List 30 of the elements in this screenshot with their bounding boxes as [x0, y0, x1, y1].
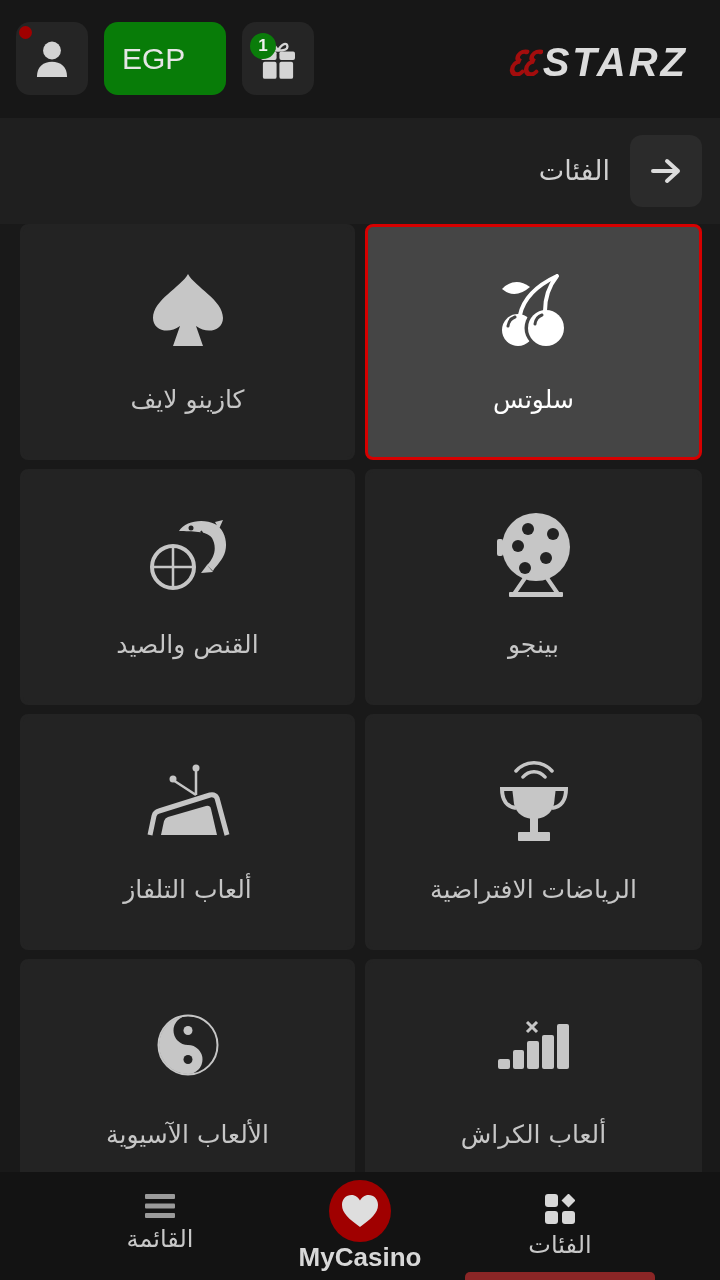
nav-tab[interactable]: MyCasino — [265, 1172, 455, 1280]
profile-button[interactable] — [16, 22, 88, 95]
yin-yang-icon — [156, 1014, 219, 1076]
category-card[interactable]: بينجو — [365, 469, 702, 705]
logo-mark-icon — [508, 48, 543, 76]
nav-tab[interactable]: القائمة — [65, 1172, 255, 1280]
category-card[interactable]: القنص والصيد — [20, 469, 355, 705]
category-card[interactable]: كازينو لايف — [20, 224, 355, 460]
back-button[interactable] — [630, 135, 702, 207]
category-card[interactable]: الألعاب الآسيوية — [20, 959, 355, 1172]
trophy-icon — [498, 758, 569, 842]
notification-count: 1 — [250, 33, 276, 59]
nav-tab[interactable]: الفئات — [465, 1172, 655, 1280]
page-title: الفئات — [538, 154, 610, 188]
category-card[interactable]: ألعاب الكراش — [365, 959, 702, 1172]
spade-icon — [150, 273, 225, 347]
categories-icon — [545, 1194, 575, 1224]
tv-icon — [145, 764, 230, 836]
category-card[interactable]: ألعاب التلفاز — [20, 714, 355, 950]
currency-button[interactable]: EGP — [104, 22, 226, 95]
category-card[interactable]: سلوتس — [365, 224, 702, 460]
right-arrow-icon — [650, 158, 682, 184]
logo-text: STARZ — [542, 42, 688, 82]
fish-crosshair-icon — [148, 519, 227, 591]
bingo-cage-icon — [496, 512, 571, 598]
user-icon — [36, 40, 68, 77]
menu-icon — [145, 1194, 175, 1218]
bar-chart-icon — [497, 1021, 570, 1069]
gift-button[interactable]: 1 — [242, 22, 314, 95]
category-card[interactable]: الرياضات الافتراضية — [365, 714, 702, 950]
